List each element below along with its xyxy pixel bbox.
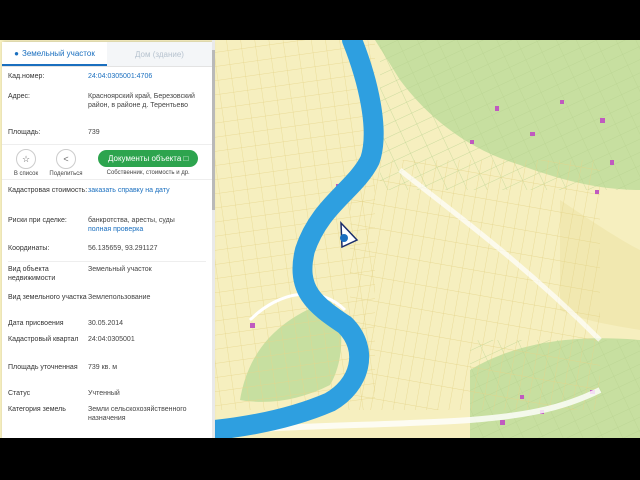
documents-button-label: Документы объекта [108, 154, 182, 163]
cadnum-label: Кад.номер: [8, 73, 45, 80]
location-pin-icon: ● [14, 48, 20, 58]
add-to-list-button[interactable]: ☆ В список [6, 145, 46, 177]
star-icon: ☆ [16, 149, 36, 169]
area-value: 739 [88, 129, 100, 136]
landtype-value: Землепользование [88, 294, 151, 301]
risk-value: банкротства, аресты, суды [88, 217, 175, 224]
share-button[interactable]: < Поделиться [46, 145, 86, 177]
screen: ● Земельный участок Дом (здание) Кад.ном… [0, 40, 640, 438]
order-certificate-link[interactable]: заказать справку на дату [88, 186, 206, 216]
objtype-label: Вид объекта недвижимости [8, 266, 56, 282]
category-label: Категория земель [8, 406, 66, 413]
area-label: Площадь: [8, 129, 41, 136]
status-value: Учтенный [88, 390, 120, 397]
document-icon: □ [183, 154, 189, 163]
documents-block: Документы объекта □ Собственник, стоимос… [98, 145, 199, 176]
tab-building-label: Дом (здание) [135, 49, 184, 59]
full-check-link[interactable]: полная проверка [88, 225, 206, 234]
documents-button[interactable]: Документы объекта □ [98, 150, 199, 167]
category-value: Земли сельскохозяйственного назначения [88, 406, 187, 422]
date-row: Дата присвоения 30.05.2014 [2, 319, 212, 335]
quarter-row: Кадастровый квартал 24:04:0305001 [2, 335, 212, 363]
tab-land-parcel[interactable]: ● Земельный участок [2, 42, 107, 66]
precise-area-row: Площадь уточненная 739 кв. м [2, 363, 212, 389]
coords-label: Координаты: [8, 245, 50, 252]
date-label: Дата присвоения [8, 320, 64, 327]
cadnum-value[interactable]: 24:04:0305001:4706 [88, 72, 206, 92]
date-value: 30.05.2014 [88, 320, 124, 327]
parcel-info-panel: ● Земельный участок Дом (здание) Кад.ном… [2, 42, 212, 438]
risk-label: Риски при сделке: [8, 217, 67, 224]
cadnum-row: Кад.номер: 24:04:0305001:4706 [2, 72, 212, 92]
precise-area-value: 739 кв. м [88, 364, 118, 371]
share-icon: < [56, 149, 76, 169]
status-row: Статус Учтенный [2, 389, 212, 405]
category-row: Категория земель Земли сельскохозяйствен… [2, 405, 212, 427]
status-label: Статус [8, 390, 31, 397]
landtype-label: Вид земельного участка [8, 294, 87, 301]
coords-value: 56.135659, 93.291127 [88, 245, 158, 252]
coords-row: Координаты: 56.135659, 93.291127 [2, 244, 212, 258]
panel-scrollbar[interactable] [212, 40, 215, 438]
area-row: Площадь: 739 [2, 128, 212, 140]
tab-building[interactable]: Дом (здание) [107, 42, 212, 66]
objtype-value: Земельный участок [88, 266, 152, 273]
share-label: Поделиться [49, 171, 83, 177]
cost-row: Кадастровая стоимость: заказать справку … [2, 186, 212, 216]
panel-tabs: ● Земельный участок Дом (здание) [2, 42, 212, 67]
address-row: Адрес: Красноярский край, Березовский ра… [2, 92, 212, 128]
divider [8, 261, 206, 262]
scrollbar-thumb[interactable] [212, 50, 215, 210]
precise-area-label: Площадь уточненная [8, 364, 78, 371]
add-to-list-label: В список [13, 171, 39, 177]
documents-subtext: Собственник, стоимость и др. [106, 170, 190, 176]
risk-row: Риски при сделке: банкротства, аресты, с… [2, 216, 212, 244]
objtype-row: Вид объекта недвижимости Земельный участ… [2, 265, 212, 293]
address-value: Красноярский край, Березовский район, в … [88, 93, 195, 109]
address-label: Адрес: [8, 93, 30, 100]
landtype-row: Вид земельного участка Землепользование [2, 293, 212, 319]
risk-values: банкротства, аресты, суды полная проверк… [88, 216, 206, 244]
action-bar: ☆ В список < Поделиться Документы объект… [2, 144, 212, 180]
tab-land-parcel-label: Земельный участок [22, 48, 95, 58]
parcel-grid-east [350, 160, 600, 410]
quarter-value: 24:04:0305001 [88, 336, 135, 343]
cost-label: Кадастровая стоимость: [8, 187, 88, 194]
quarter-label: Кадастровый квартал [8, 336, 79, 343]
